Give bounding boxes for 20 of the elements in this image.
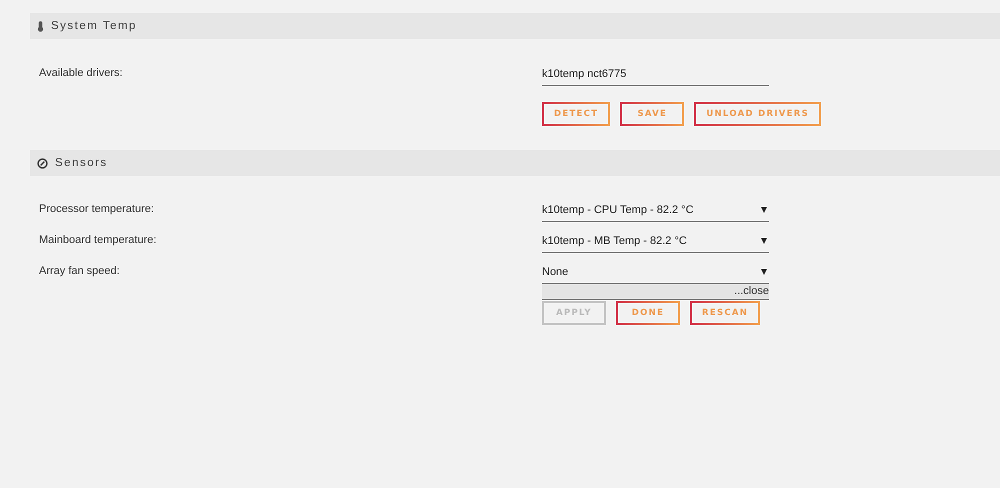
caret-icon xyxy=(761,206,767,212)
field-label: Array fan speed: xyxy=(39,264,121,277)
sensor-select[interactable]: k10temp - CPU Temp - 82.2 °C xyxy=(542,198,769,222)
action-button[interactable]: DETECT xyxy=(542,102,610,126)
field-label: Mainboard temperature: xyxy=(39,233,158,246)
action-button[interactable]: SAVE xyxy=(620,102,684,126)
field-label: Processor temperature: xyxy=(39,202,155,215)
caret-icon xyxy=(761,238,767,244)
section-title: Sensors xyxy=(55,157,108,169)
gauge-icon xyxy=(37,158,48,168)
thermometer-icon xyxy=(37,20,44,32)
drivers-field[interactable]: k10temp nct6775 xyxy=(542,62,769,86)
action-button[interactable]: RESCAN xyxy=(690,301,760,325)
sensor-select[interactable]: k10temp - MB Temp - 82.2 °C xyxy=(542,229,769,253)
action-button[interactable]: DONE xyxy=(616,301,680,325)
caret-icon xyxy=(761,268,767,274)
section-title: System Temp xyxy=(51,20,137,32)
close-link[interactable]: ...close xyxy=(542,284,769,300)
field-label: Available drivers: xyxy=(39,66,124,79)
action-button[interactable]: UNLOAD DRIVERS xyxy=(694,102,822,126)
